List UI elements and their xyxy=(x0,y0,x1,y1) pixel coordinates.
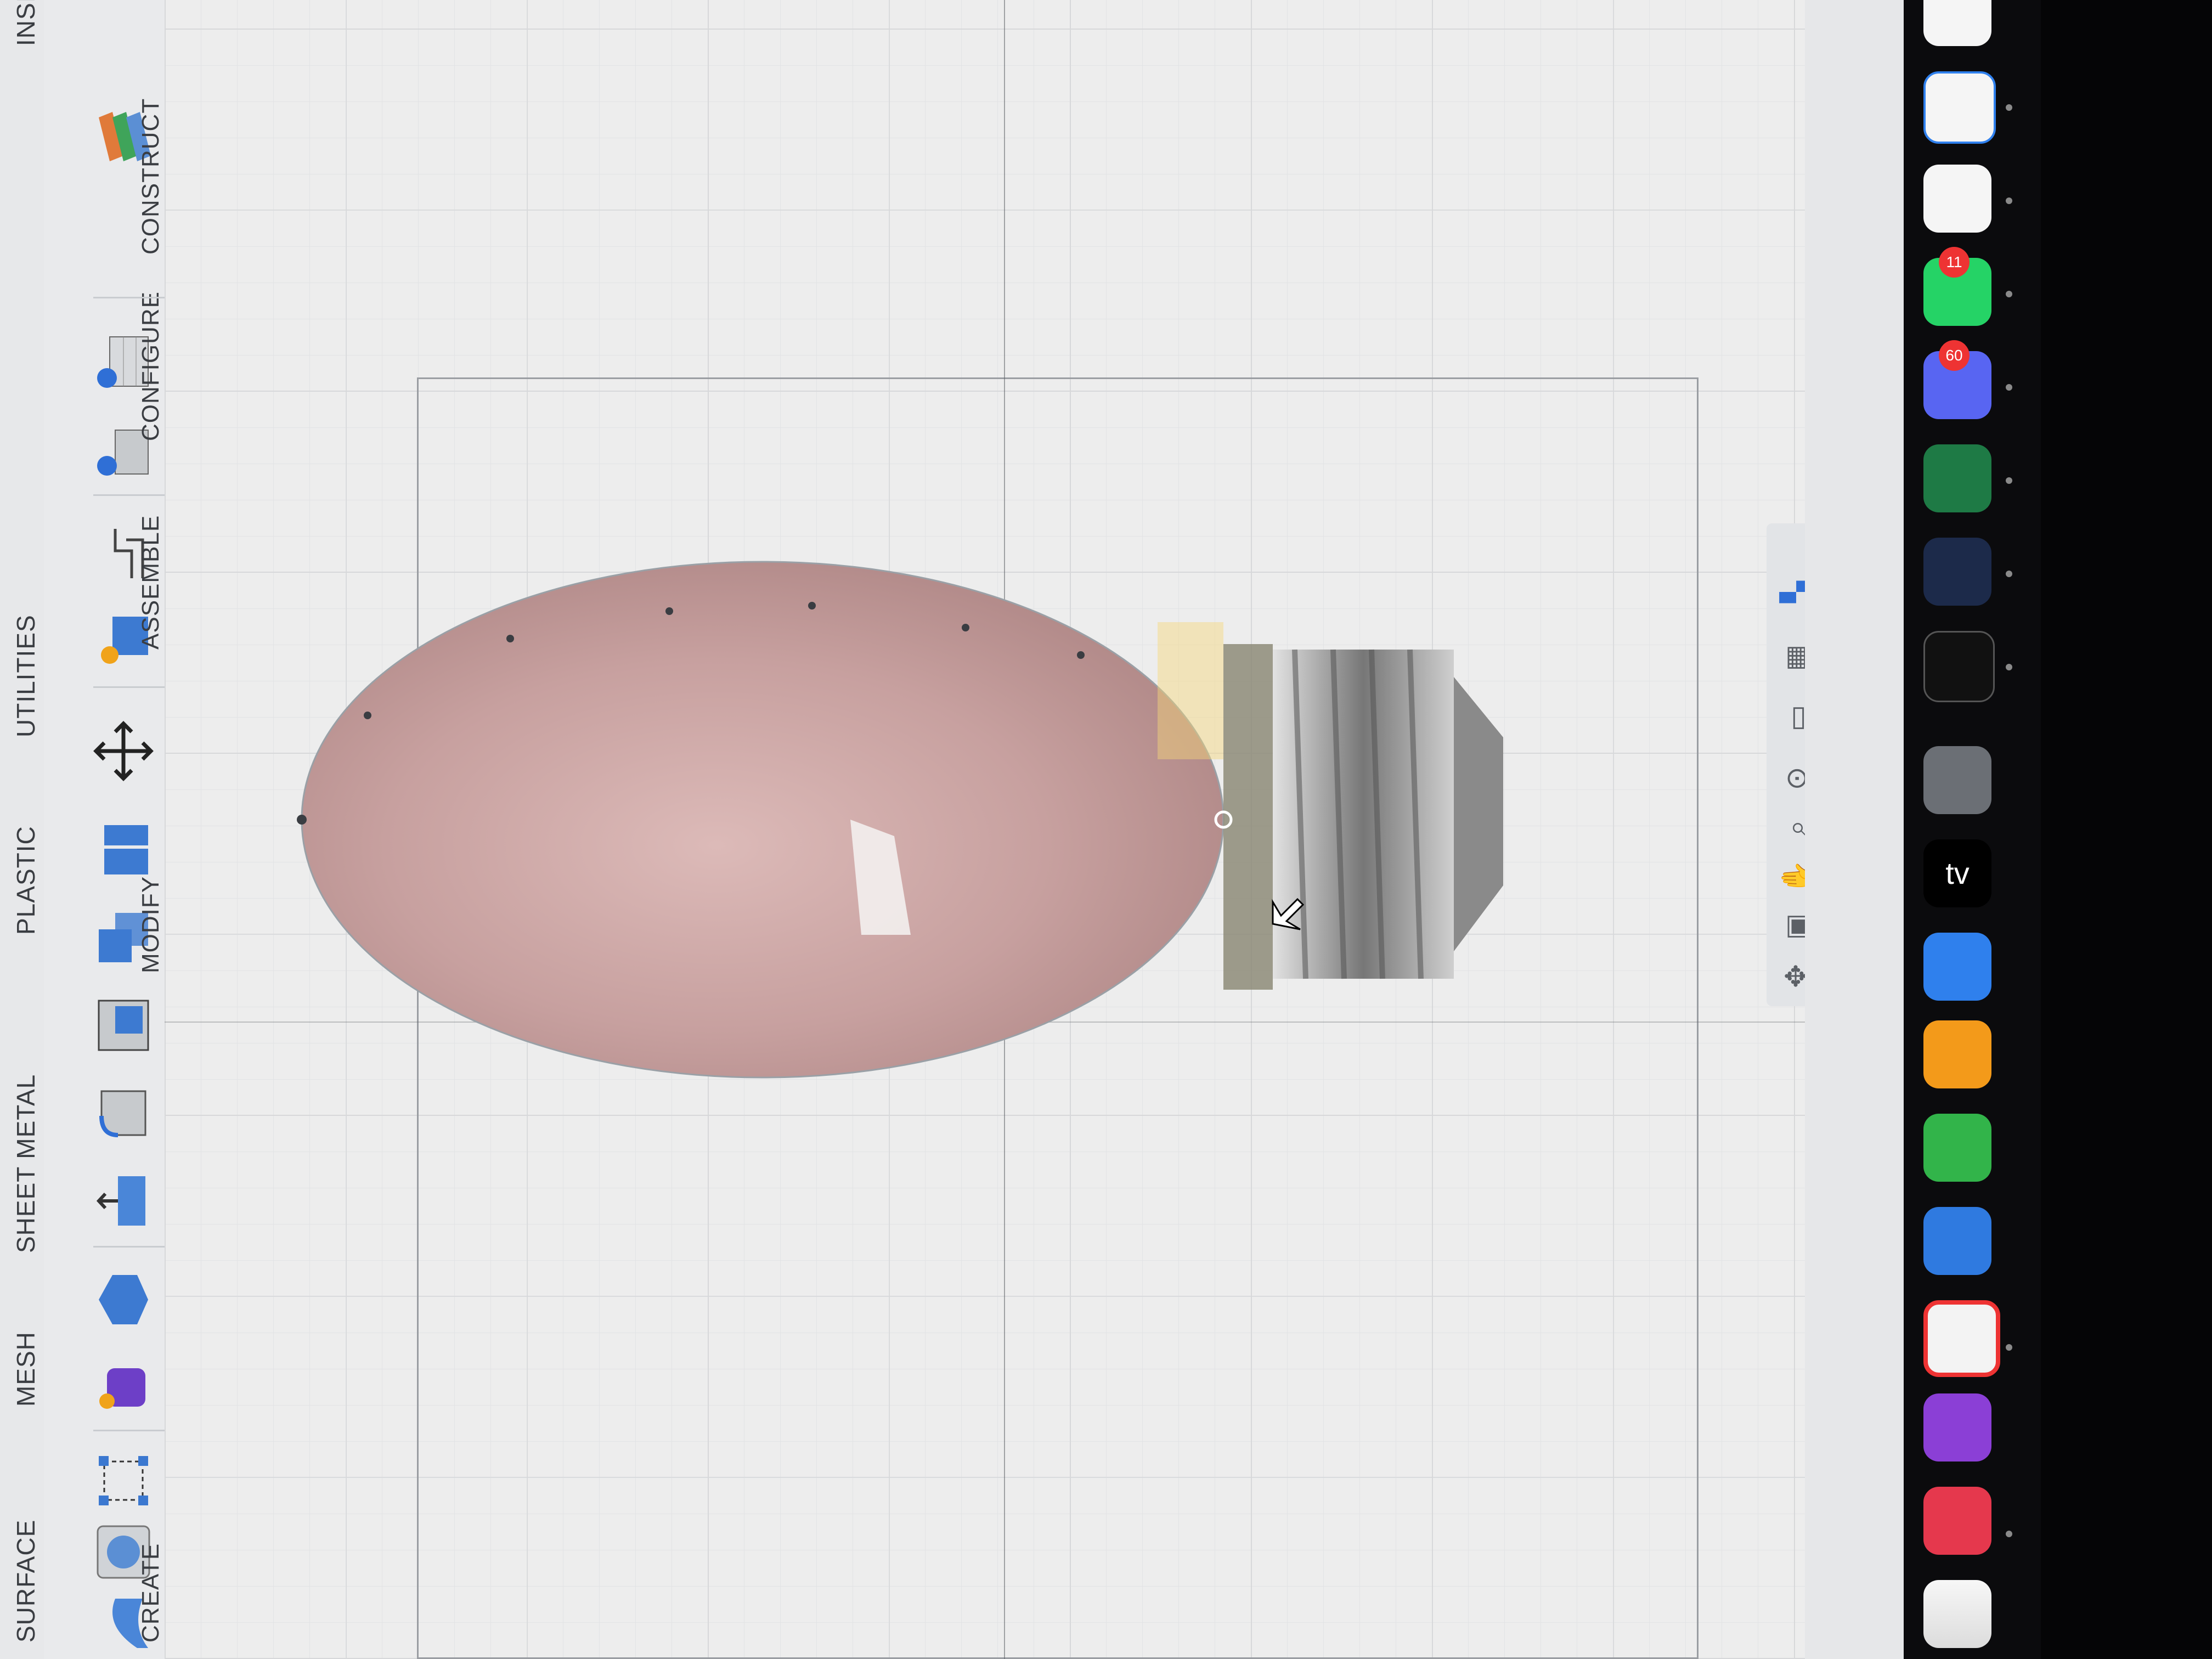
selection-highlight xyxy=(1158,622,1223,759)
toolbar-separator xyxy=(93,297,176,298)
fillet-icon[interactable] xyxy=(93,1083,154,1143)
dock: tv 60 11 xyxy=(1904,0,2041,1659)
move-copy-icon[interactable] xyxy=(93,721,154,781)
discord-badge: 60 xyxy=(1939,340,1970,371)
group-configure[interactable]: CONFIGURE xyxy=(137,291,165,441)
tab-surface[interactable]: SURFACE xyxy=(11,1520,41,1643)
group-construct[interactable]: CONSTRUCT xyxy=(137,98,165,255)
toolbar-separator xyxy=(93,1430,176,1431)
group-assemble[interactable]: ASSEMBLE xyxy=(137,515,165,650)
shell-icon[interactable] xyxy=(93,995,154,1056)
running-indicator xyxy=(2006,477,2012,484)
generic-app-icon[interactable] xyxy=(1923,0,1991,46)
tab-sheet-metal[interactable]: SHEET METAL xyxy=(11,1074,41,1253)
toolbar-separator xyxy=(93,686,176,688)
running-indicator xyxy=(2006,104,2012,111)
pages-icon[interactable] xyxy=(1923,1020,1991,1088)
tab-inspect[interactable]: INSI xyxy=(11,0,41,46)
bulb-tip xyxy=(1454,677,1503,951)
screen: SURFACE MESH SHEET METAL PLASTIC UTILITI… xyxy=(0,0,2212,1659)
whatsapp-badge: 11 xyxy=(1939,247,1970,278)
running-indicator xyxy=(2006,664,2012,670)
apple-tv-icon[interactable]: tv xyxy=(1923,839,1991,907)
news-icon[interactable] xyxy=(1923,1300,2000,1377)
fusion-window: SURFACE MESH SHEET METAL PLASTIC UTILITI… xyxy=(0,0,1827,1659)
running-indicator xyxy=(2006,1531,2012,1537)
toolbar: CREATE MODIFY ASSEMBLE CONFIGURE CONSTRU… xyxy=(44,0,176,1659)
whatsapp-icon[interactable]: 11 xyxy=(1923,247,1991,326)
music-icon[interactable] xyxy=(1923,1487,1991,1555)
excel-icon[interactable] xyxy=(1923,444,1991,512)
viewport-canvas[interactable]: ✥ ▣ ✋ ⌕ ⊙ ▭ ▦ ▚ xyxy=(165,0,1827,1659)
running-indicator xyxy=(2006,198,2012,204)
running-indicator xyxy=(2006,291,2012,297)
group-modify[interactable]: MODIFY xyxy=(137,876,165,973)
numbers-icon[interactable] xyxy=(1923,1114,1991,1182)
discord-icon[interactable]: 60 xyxy=(1923,340,1991,419)
running-indicator xyxy=(2006,384,2012,391)
screen-edge xyxy=(1805,0,1904,1659)
terminal-icon[interactable] xyxy=(1923,631,1995,702)
system-settings-icon[interactable] xyxy=(1923,746,1991,814)
bulb-model[interactable] xyxy=(165,0,1805,1659)
create-form-new-icon[interactable] xyxy=(93,1357,154,1418)
tab-utilities[interactable]: UTILITIES xyxy=(11,614,41,737)
press-pull-icon[interactable] xyxy=(93,1171,154,1231)
vscode-icon[interactable] xyxy=(1923,71,1996,144)
tab-plastic[interactable]: PLASTIC xyxy=(11,826,41,935)
freeform-icon[interactable] xyxy=(1923,1580,1991,1648)
desk-background xyxy=(2041,0,2212,1659)
create-sketch-icon[interactable] xyxy=(93,1451,154,1511)
keynote-icon[interactable] xyxy=(1923,1207,1991,1275)
bulb-glass[interactable] xyxy=(301,561,1224,1079)
fusion-icon[interactable] xyxy=(1923,538,1991,606)
app-store-icon[interactable] xyxy=(1923,933,1991,1001)
chatgpt-icon[interactable] xyxy=(1923,165,1991,233)
toolbar-separator xyxy=(93,494,176,496)
group-create[interactable]: CREATE xyxy=(137,1543,165,1643)
solid-box-icon[interactable] xyxy=(93,1269,154,1330)
split-body-icon[interactable] xyxy=(93,820,154,880)
running-indicator xyxy=(2006,571,2012,577)
podcasts-icon[interactable] xyxy=(1923,1393,1991,1462)
toolbar-separator xyxy=(93,1246,176,1248)
tab-mesh[interactable]: MESH xyxy=(11,1331,41,1407)
running-indicator xyxy=(2006,1344,2012,1351)
